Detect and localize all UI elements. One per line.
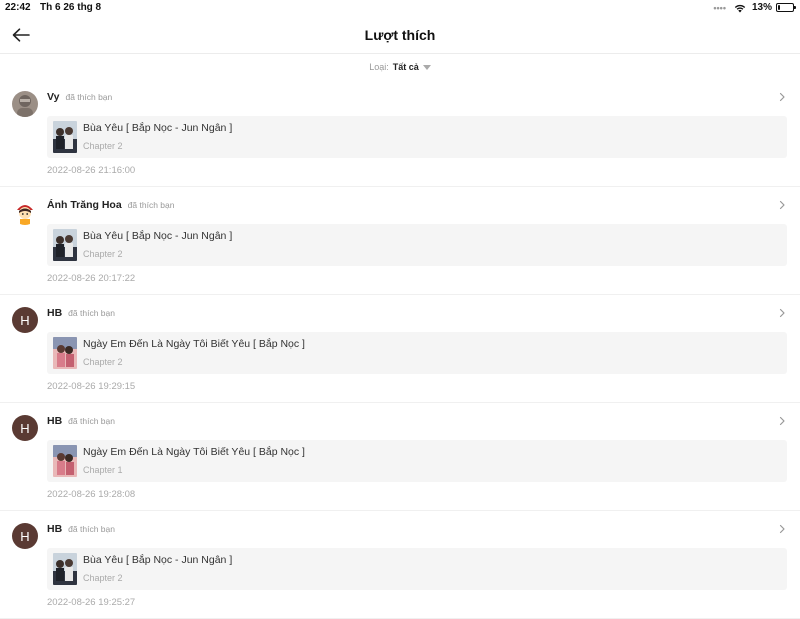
- story-cover-image: [53, 121, 77, 153]
- avatar[interactable]: H: [12, 307, 38, 333]
- battery-level: [778, 5, 780, 10]
- user-photo-icon: [12, 91, 38, 117]
- type-filter-dropdown[interactable]: Loại: Tất cả: [369, 62, 431, 72]
- like-action-text: đã thích bạn: [68, 416, 115, 426]
- avatar[interactable]: [12, 199, 38, 225]
- like-item[interactable]: Ánh Trăng Hoa đã thích bạn Bùa Yêu [ Bắp…: [0, 187, 800, 295]
- user-line: HB đã thích bạn: [47, 307, 115, 319]
- story-cover-image: [53, 445, 77, 477]
- cover-art: [53, 337, 77, 369]
- story-card[interactable]: Ngày Em Đến Là Ngày Tôi Biết Yêu [ Bắp N…: [47, 440, 787, 482]
- cover-art: [53, 445, 77, 477]
- wifi-icon: [734, 4, 746, 12]
- status-indicators: •••• 13%: [713, 2, 796, 13]
- user-name[interactable]: HB: [47, 307, 62, 319]
- like-action-text: đã thích bạn: [127, 200, 175, 210]
- timestamp: 2022-08-26 19:29:15: [47, 381, 136, 392]
- user-line: HB đã thích bạn: [47, 415, 115, 427]
- caret-down-icon: [422, 64, 431, 70]
- story-title: Bùa Yêu [ Bắp Nọc - Jun Ngân ]: [83, 122, 233, 134]
- cover-art: [53, 121, 77, 153]
- avatar[interactable]: H: [12, 415, 38, 441]
- like-action-text: đã thích bạn: [68, 524, 115, 534]
- user-name[interactable]: Vy: [47, 91, 59, 103]
- filter-bar: Loại: Tất cả: [0, 62, 800, 76]
- likes-list: Vy đã thích bạn Bùa Yêu [ Bắp Nọc - Jun …: [0, 79, 800, 619]
- story-chapter: Chapter 2: [83, 357, 123, 367]
- signal-icon: ••••: [713, 2, 726, 13]
- timestamp: 2022-08-26 19:28:08: [47, 489, 136, 500]
- user-line: Ánh Trăng Hoa đã thích bạn: [47, 199, 174, 211]
- story-title: Bùa Yêu [ Bắp Nọc - Jun Ngân ]: [83, 230, 233, 242]
- story-chapter: Chapter 2: [83, 573, 123, 583]
- chevron-right-icon: [779, 200, 785, 210]
- like-item[interactable]: Vy đã thích bạn Bùa Yêu [ Bắp Nọc - Jun …: [0, 79, 800, 187]
- status-bar: 22:42 Th 6 26 thg 8 •••• 13%: [0, 0, 800, 16]
- timestamp: 2022-08-26 20:17:22: [47, 273, 136, 284]
- battery-percent: 13%: [751, 2, 772, 13]
- story-chapter: Chapter 1: [83, 465, 123, 475]
- story-card[interactable]: Bùa Yêu [ Bắp Nọc - Jun Ngân ] Chapter 2: [47, 548, 787, 590]
- story-cover-image: [53, 337, 77, 369]
- story-title: Ngày Em Đến Là Ngày Tôi Biết Yêu [ Bắp N…: [83, 446, 305, 458]
- story-card[interactable]: Bùa Yêu [ Bắp Nọc - Jun Ngân ] Chapter 2: [47, 116, 787, 158]
- cartoon-avatar-icon: [12, 199, 38, 225]
- like-action-text: đã thích bạn: [68, 308, 115, 318]
- like-action-text: đã thích bạn: [65, 92, 113, 102]
- chevron-right-icon: [779, 416, 785, 426]
- battery-icon: [776, 3, 796, 12]
- avatar[interactable]: H: [12, 523, 38, 549]
- cover-art: [53, 229, 77, 261]
- like-item[interactable]: H HB đã thích bạn Ngày Em Đến Là Ngày Tô…: [0, 403, 800, 511]
- story-card[interactable]: Bùa Yêu [ Bắp Nọc - Jun Ngân ] Chapter 2: [47, 224, 787, 266]
- status-time: 22:42: [5, 2, 31, 13]
- status-date: Th 6 26 thg 8: [40, 2, 102, 13]
- timestamp: 2022-08-26 19:25:27: [47, 597, 136, 608]
- story-chapter: Chapter 2: [83, 141, 123, 151]
- user-name[interactable]: HB: [47, 523, 62, 535]
- like-item[interactable]: H HB đã thích bạn Ngày Em Đến Là Ngày Tô…: [0, 295, 800, 403]
- user-name[interactable]: Ánh Trăng Hoa: [47, 199, 122, 211]
- avatar[interactable]: [12, 91, 38, 117]
- chevron-right-icon: [779, 524, 785, 534]
- user-name[interactable]: HB: [47, 415, 62, 427]
- cover-art: [53, 553, 77, 585]
- nav-bar: Lượt thích: [0, 16, 800, 54]
- story-chapter: Chapter 2: [83, 249, 123, 259]
- story-cover-image: [53, 229, 77, 261]
- user-line: Vy đã thích bạn: [47, 91, 112, 103]
- story-cover-image: [53, 553, 77, 585]
- filter-label: Loại:: [369, 62, 389, 72]
- timestamp: 2022-08-26 21:16:00: [47, 165, 136, 176]
- story-title: Ngày Em Đến Là Ngày Tôi Biết Yêu [ Bắp N…: [83, 338, 305, 350]
- chevron-right-icon: [779, 92, 785, 102]
- chevron-right-icon: [779, 308, 785, 318]
- filter-value: Tất cả: [392, 62, 419, 72]
- story-title: Bùa Yêu [ Bắp Nọc - Jun Ngân ]: [83, 554, 233, 566]
- page-title: Lượt thích: [364, 27, 436, 43]
- user-line: HB đã thích bạn: [47, 523, 115, 535]
- like-item[interactable]: H HB đã thích bạn Bùa Yêu [ Bắp Nọc - Ju…: [0, 511, 800, 619]
- story-card[interactable]: Ngày Em Đến Là Ngày Tôi Biết Yêu [ Bắp N…: [47, 332, 787, 374]
